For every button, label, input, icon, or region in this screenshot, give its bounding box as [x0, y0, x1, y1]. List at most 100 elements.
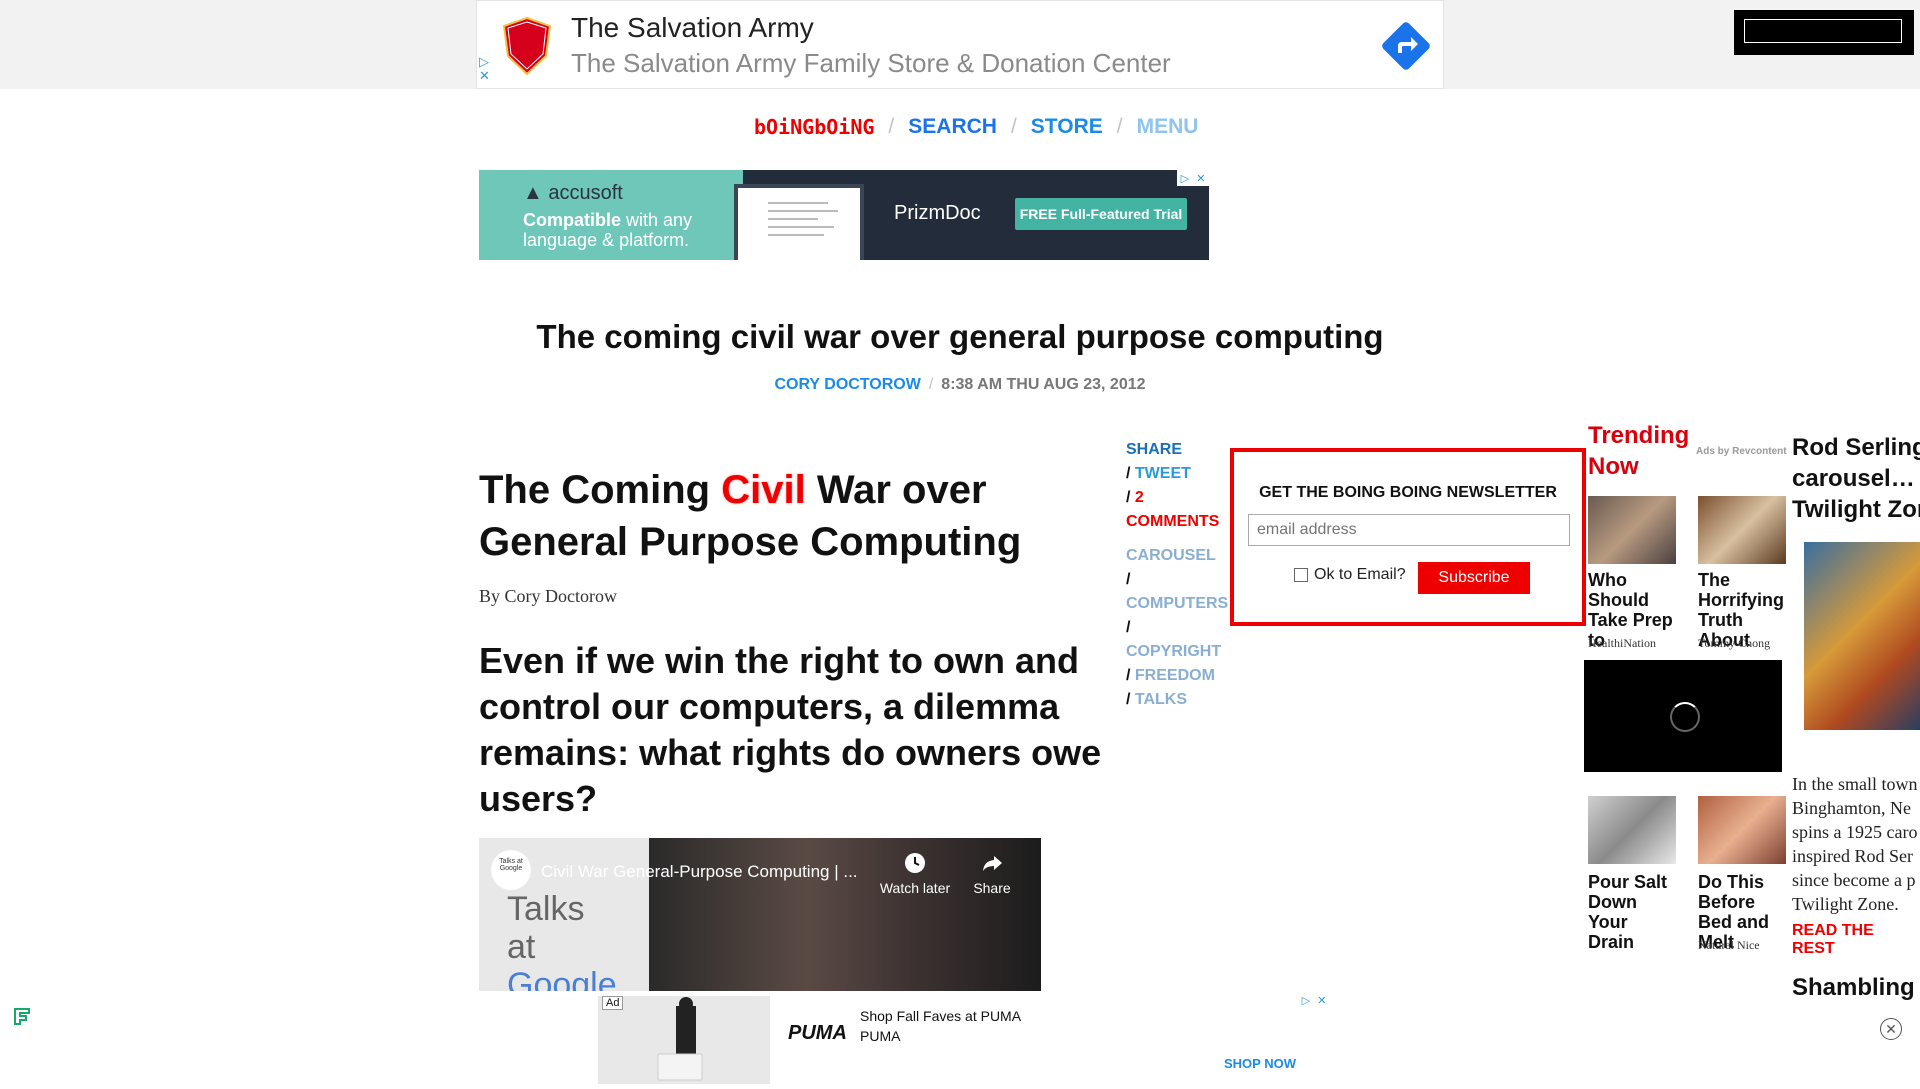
tag-carousel[interactable]: CAROUSEL: [1126, 544, 1236, 568]
directions-arrow-icon[interactable]: [1381, 21, 1431, 71]
nav-separator: /: [1010, 115, 1017, 138]
trending-tile-image[interactable]: [1588, 496, 1676, 564]
freestar-logo-icon[interactable]: [12, 1006, 32, 1026]
subscribe-button[interactable]: Subscribe: [1418, 562, 1530, 594]
watch-later-button[interactable]: Watch later: [877, 852, 953, 896]
talks-row: / TALKS: [1126, 688, 1236, 712]
byline-separator: /: [928, 376, 934, 393]
email-input[interactable]: [1248, 514, 1570, 546]
youtube-video-embed[interactable]: Talks at Google Talks at Google Civil War …: [479, 838, 1041, 991]
nav-separator: /: [888, 115, 895, 138]
main-nav: bOiNGbOiNG / SEARCH / STORE / MENU: [754, 112, 1198, 142]
nav-search-link[interactable]: SEARCH: [908, 115, 997, 139]
slash: /: [1126, 619, 1131, 636]
comments-link[interactable]: COMMENTS: [1126, 510, 1236, 534]
slash: /: [1126, 667, 1135, 684]
accusoft-tag-line2: language & platform.: [523, 230, 690, 250]
slash: /: [1126, 465, 1135, 482]
trending-heading: Trending Now: [1588, 420, 1689, 482]
puma-ad-advertiser[interactable]: PUMA: [860, 1028, 900, 1044]
accusoft-product: PrizmDoc: [894, 202, 981, 224]
slash: /: [1126, 489, 1135, 506]
article-dek: Even if we win the right to own and cont…: [479, 640, 1102, 819]
accusoft-tag-rest: with any: [621, 210, 693, 230]
trending-tile-title[interactable]: Pour Salt Down Your Drain: [1588, 872, 1678, 952]
video-title[interactable]: Civil War General-Purpose Computing | ..…: [541, 862, 858, 882]
shop-now-button[interactable]: SHOP NOW: [1224, 1056, 1296, 1071]
excerpt-line: since become a p: [1792, 870, 1916, 890]
ok-to-email-checkbox[interactable]: Ok to Email?: [1294, 566, 1406, 584]
close-icon[interactable]: ✕: [1880, 1018, 1902, 1040]
salvation-army-ad[interactable]: The Salvation Army The Salvation Army Fa…: [476, 0, 1444, 89]
nav-store-link[interactable]: STORE: [1031, 115, 1103, 139]
post-date: 8:38 AM THU AUG 23, 2012: [941, 376, 1146, 393]
loading-spinner-icon: [1670, 702, 1700, 732]
trending-tile-image[interactable]: [1588, 796, 1676, 864]
video-channel-line1: Talks: [507, 890, 585, 928]
broken-image-icon: [1744, 19, 1902, 43]
excerpt-line: Twilight Zone.: [1792, 894, 1899, 914]
tag-copyright[interactable]: COPYRIGHT: [1126, 640, 1236, 664]
puma-ad-image[interactable]: [598, 996, 770, 1084]
accusoft-brand: ▲ accusoft: [523, 182, 623, 204]
excerpt-line: spins a 1925 caro: [1792, 822, 1918, 842]
article-title: The Coming Civil War over General Purpos…: [479, 464, 1119, 568]
excerpt-line: inspired Rod Ser: [1792, 846, 1913, 866]
excerpt-line: In the small town: [1792, 774, 1918, 794]
related-title-line1[interactable]: Rod Serling: [1792, 434, 1920, 461]
related-title-line2[interactable]: carousel… in: [1792, 465, 1920, 492]
video-channel-line3: Google: [507, 966, 617, 991]
nav-menu-link[interactable]: MENU: [1137, 115, 1199, 139]
comments-count[interactable]: 2: [1135, 489, 1144, 506]
tweet-link[interactable]: TWEET: [1135, 465, 1191, 482]
ad-label: Ad: [602, 996, 624, 1010]
excerpt-line: Binghamton, Ne: [1792, 798, 1911, 818]
share-arrow-icon: [983, 856, 1002, 871]
adchoices-close-icon[interactable]: ▷ ✕: [1298, 992, 1330, 1008]
adchoices-close-icon[interactable]: ▷ ✕: [1177, 170, 1209, 186]
trending-tile-image[interactable]: [1698, 496, 1786, 564]
tag-talks[interactable]: TALKS: [1135, 691, 1187, 708]
broken-image-ad[interactable]: [1734, 10, 1914, 55]
adchoices-icon[interactable]: ▷ ✕: [479, 55, 490, 83]
puma-ad[interactable]: Ad PUMA Shop Fall Faves at PUMA PUMA SHO…: [598, 992, 1330, 1084]
trending-tile-image[interactable]: [1698, 796, 1786, 864]
accusoft-ad[interactable]: ▲ accusoft Compatible with any language &…: [479, 170, 1209, 260]
trending-line2: Now: [1588, 453, 1639, 480]
model-figure-icon: [657, 997, 703, 1081]
related-story-title[interactable]: Rod Serling carousel… in Twilight Zon: [1792, 432, 1920, 525]
puma-logo[interactable]: PUMA: [788, 1022, 847, 1045]
author-link[interactable]: CORY DOCTOROW: [774, 376, 920, 393]
boingboing-logo[interactable]: bOiNGbOiNG: [754, 115, 874, 139]
carousel-image[interactable]: [1804, 542, 1920, 730]
channel-avatar[interactable]: Talks at Google: [491, 850, 531, 890]
tweet-row: / TWEET: [1126, 462, 1236, 486]
watch-later-label: Watch later: [879, 880, 951, 896]
tag-computers[interactable]: COMPUTERS: [1126, 592, 1236, 616]
share-link[interactable]: SHARE: [1126, 438, 1236, 462]
ok-to-email-label: Ok to Email?: [1314, 566, 1406, 583]
related-story-excerpt: In the small town Binghamton, Ne spins a…: [1792, 772, 1917, 916]
tag-freedom[interactable]: FREEDOM: [1135, 667, 1215, 684]
trending-tile-source: Natural Nice: [1698, 938, 1760, 952]
video-channel-line2: at: [507, 928, 536, 966]
free-trial-button[interactable]: FREE Full-Featured Trial: [1015, 198, 1187, 230]
next-story-title[interactable]: Shambling G: [1792, 974, 1920, 1002]
ads-by-revcontent[interactable]: Ads by Revcontent: [1696, 446, 1787, 457]
freedom-row: / FREEDOM: [1126, 664, 1236, 688]
related-title-line3[interactable]: Twilight Zon: [1792, 496, 1920, 523]
puma-ad-headline[interactable]: Shop Fall Faves at PUMA: [860, 1008, 1021, 1024]
byline: CORY DOCTOROW / 8:38 AM THU AUG 23, 2012: [0, 376, 1920, 394]
page-title: The coming civil war over general purpos…: [536, 318, 1384, 355]
trending-video-player[interactable]: [1584, 660, 1782, 772]
trending-tile-source: HealthiNation: [1588, 636, 1656, 650]
checkbox-box[interactable]: [1294, 568, 1308, 582]
accusoft-tag-bold: Compatible: [523, 210, 622, 230]
read-the-rest-link[interactable]: READ THE REST: [1792, 922, 1920, 958]
video-share-button[interactable]: Share: [963, 852, 1021, 896]
ad-subtitle[interactable]: The Salvation Army Family Store & Donati…: [571, 48, 1171, 79]
ad-title[interactable]: The Salvation Army: [571, 12, 814, 44]
salvation-army-shield-icon: [502, 16, 552, 76]
article-author: By Cory Doctorow: [479, 586, 617, 606]
